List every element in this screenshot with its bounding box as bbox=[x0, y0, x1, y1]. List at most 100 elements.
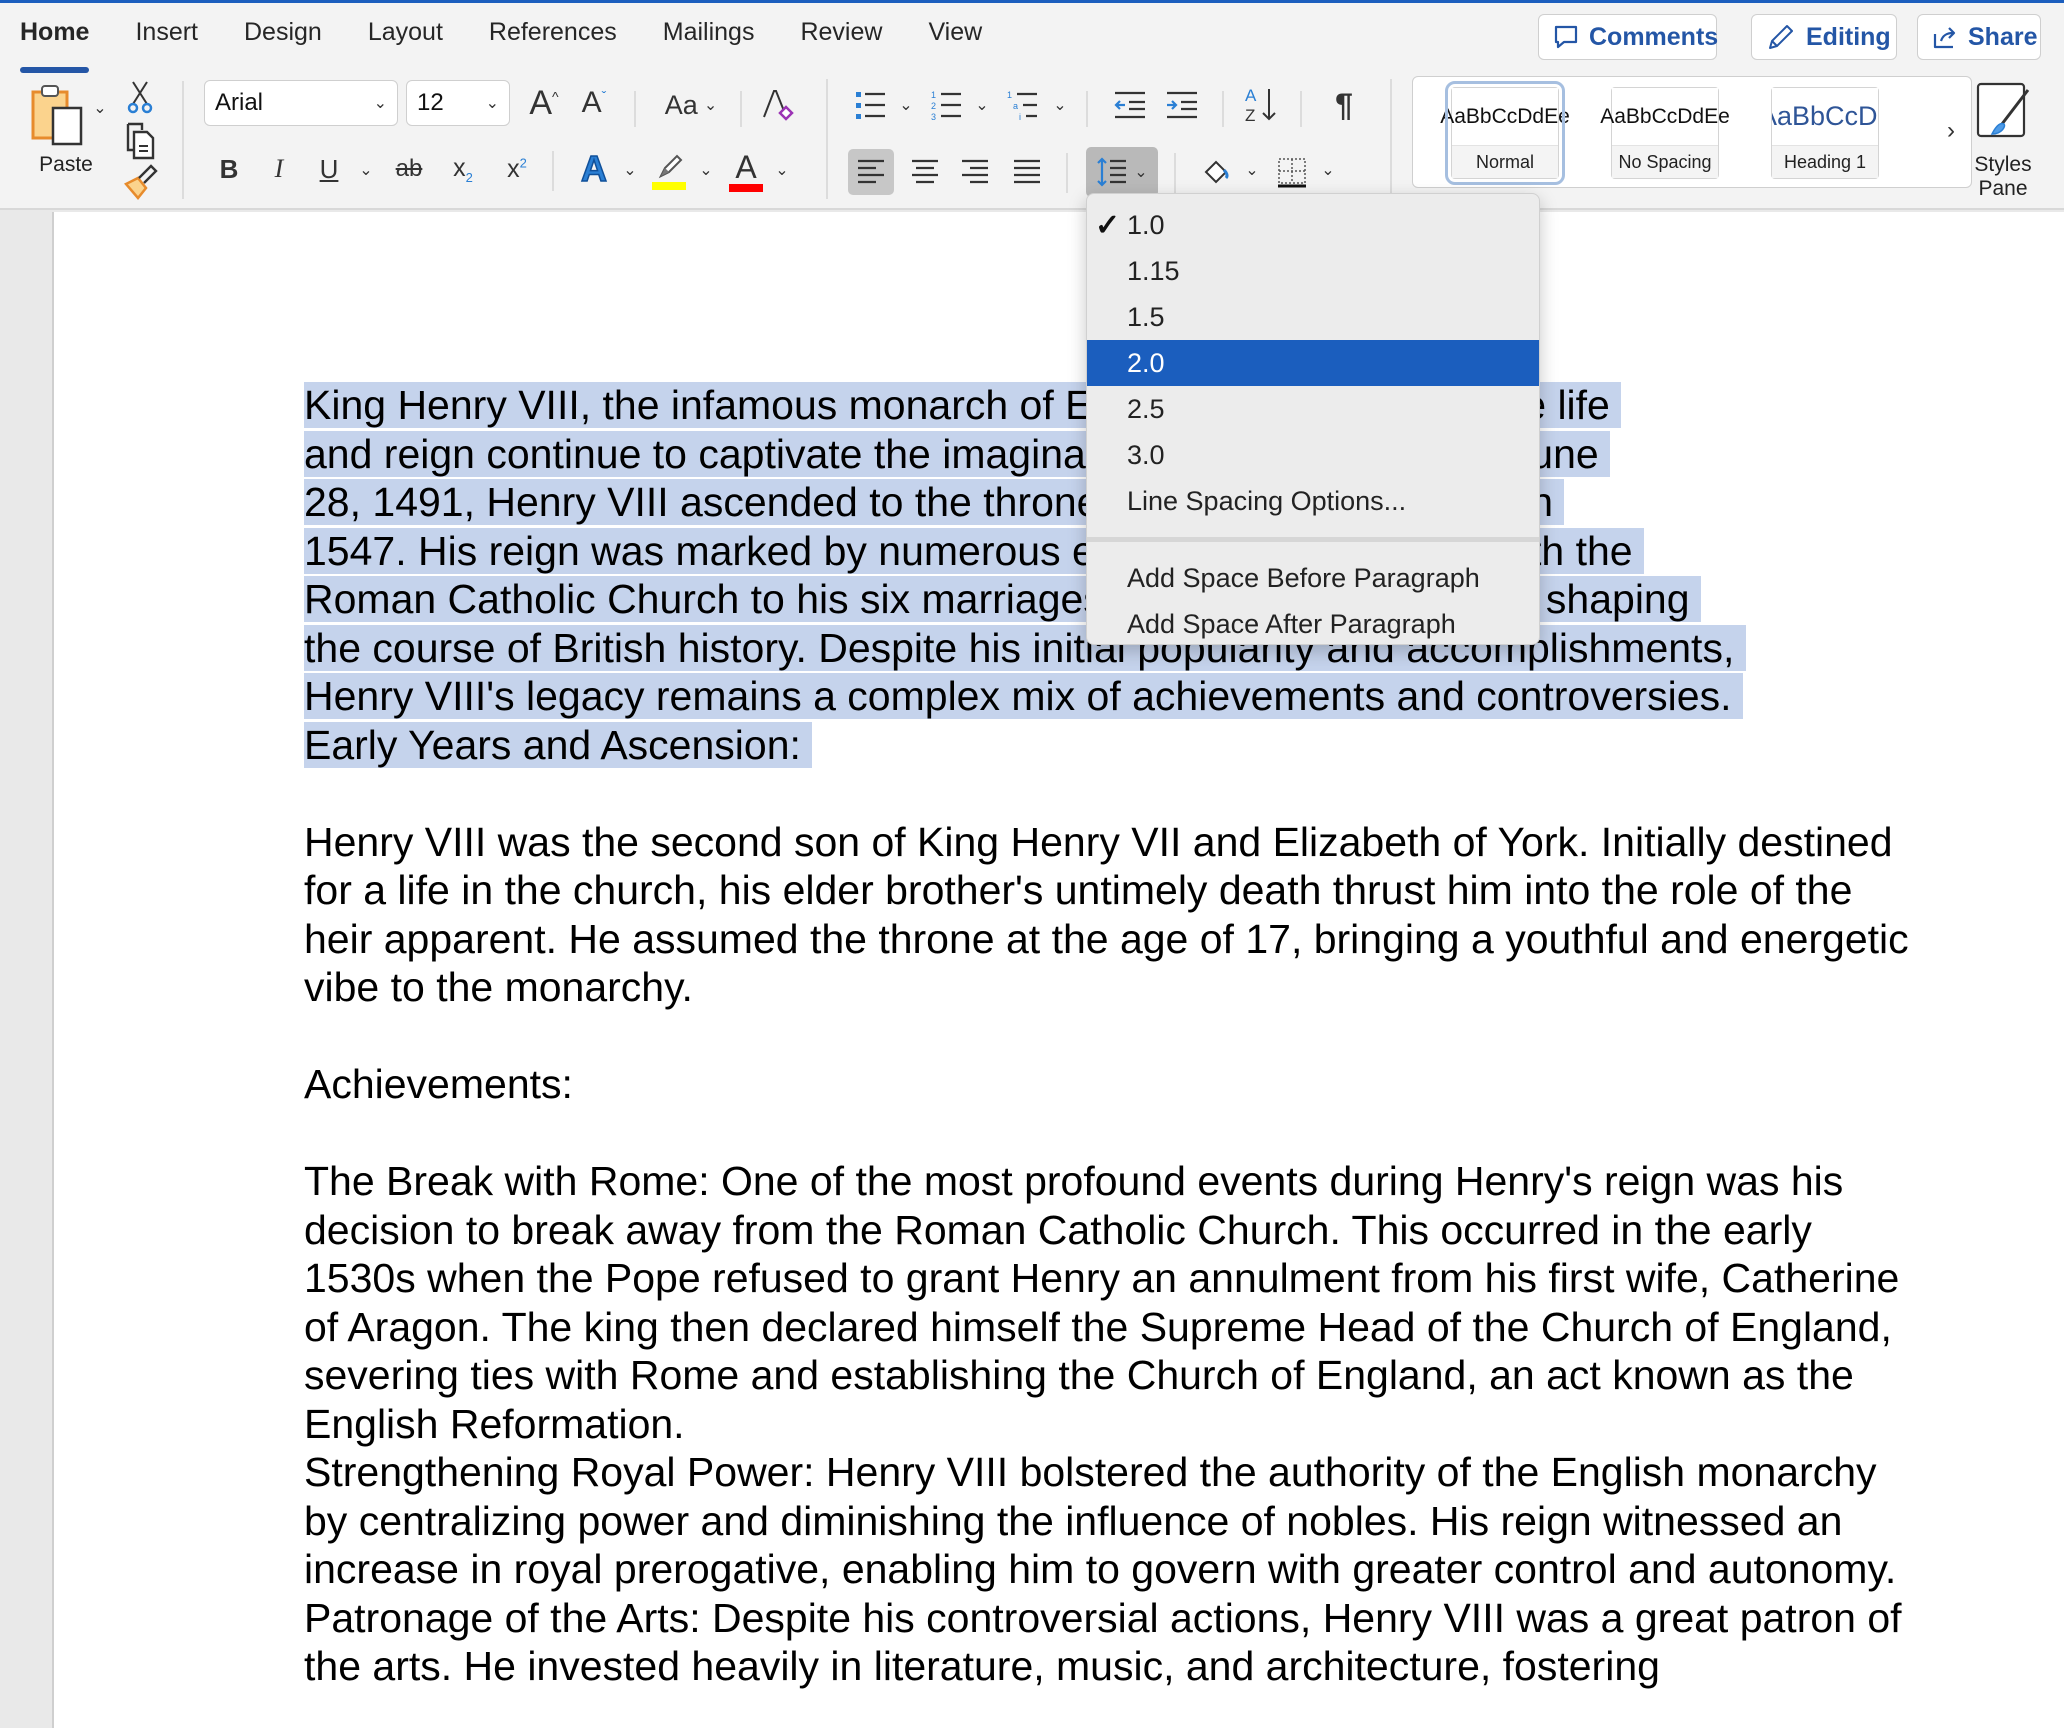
decrease-indent-button[interactable] bbox=[1110, 85, 1150, 125]
bullets-button[interactable] bbox=[852, 85, 890, 125]
highlight-color-button[interactable] bbox=[650, 147, 688, 195]
separator bbox=[552, 151, 554, 191]
text-effects-button[interactable]: A bbox=[574, 147, 614, 191]
bullets-chevron-icon[interactable]: ⌄ bbox=[896, 93, 916, 117]
tab-view[interactable]: View bbox=[928, 15, 982, 55]
text-effects-chevron-icon[interactable]: ⌄ bbox=[620, 158, 640, 182]
add-space-after-paragraph-item[interactable]: Add Space After Paragraph bbox=[1087, 601, 1539, 647]
paragraph: Patronage of the Arts: Despite his contr… bbox=[304, 1594, 1913, 1690]
style-no-spacing[interactable]: AaBbCcDdEe No Spacing bbox=[1600, 87, 1730, 179]
tab-mailings[interactable]: Mailings bbox=[663, 15, 755, 55]
line-spacing-option-1-0[interactable]: ✓ 1.0 bbox=[1087, 202, 1539, 248]
svg-text:Z: Z bbox=[1245, 106, 1255, 125]
tab-references[interactable]: References bbox=[489, 15, 617, 55]
share-button[interactable]: Share bbox=[1917, 14, 2041, 60]
multilevel-list-button[interactable]: 1ai bbox=[1004, 85, 1042, 125]
underline-button[interactable]: U bbox=[314, 151, 344, 187]
paint-bucket-icon bbox=[1202, 156, 1234, 188]
line-spacing-option-1-5[interactable]: 1.5 bbox=[1087, 294, 1539, 340]
paste-label: Paste bbox=[39, 153, 93, 176]
style-label: Normal bbox=[1452, 146, 1558, 178]
menu-item-label: 2.5 bbox=[1127, 393, 1165, 424]
format-painter-button[interactable] bbox=[122, 163, 160, 201]
underline-options-chevron-icon[interactable]: ⌄ bbox=[356, 158, 376, 182]
editing-button[interactable]: Editing bbox=[1751, 14, 1897, 60]
shading-chevron-icon[interactable]: ⌄ bbox=[1242, 158, 1262, 182]
share-icon bbox=[1932, 24, 1958, 50]
line-spacing-option-1-15[interactable]: 1.15 bbox=[1087, 248, 1539, 294]
subscript-icon: x2 bbox=[453, 153, 473, 185]
grow-font-button[interactable]: A^ bbox=[524, 83, 564, 123]
numbering-button[interactable]: 123 bbox=[928, 85, 966, 125]
italic-button[interactable]: I bbox=[264, 151, 294, 187]
shading-button[interactable] bbox=[1198, 149, 1238, 195]
separator bbox=[740, 91, 742, 127]
svg-text:a: a bbox=[1013, 101, 1018, 111]
clear-formatting-button[interactable] bbox=[756, 83, 800, 127]
line-spacing-button[interactable]: ⌄ bbox=[1086, 147, 1158, 197]
paste-button[interactable] bbox=[28, 81, 90, 149]
borders-button[interactable] bbox=[1272, 149, 1312, 195]
font-family-select[interactable]: Arial ⌄ bbox=[204, 80, 398, 126]
style-normal[interactable]: AaBbCcDdEe Normal bbox=[1440, 81, 1570, 185]
line-spacing-option-2-5[interactable]: 2.5 bbox=[1087, 386, 1539, 432]
svg-text:3: 3 bbox=[931, 112, 936, 121]
borders-chevron-icon[interactable]: ⌄ bbox=[1318, 158, 1338, 182]
menu-item-label: Line Spacing Options... bbox=[1127, 485, 1407, 516]
font-size-select[interactable]: 12 ⌄ bbox=[406, 80, 510, 126]
style-heading-1[interactable]: AaBbCcDc Heading 1 bbox=[1771, 87, 1879, 179]
tab-review[interactable]: Review bbox=[800, 15, 882, 55]
highlight-color-chevron-icon[interactable]: ⌄ bbox=[696, 158, 716, 182]
menu-item-label: 1.0 bbox=[1127, 209, 1165, 240]
comments-label: Comments bbox=[1589, 22, 1719, 51]
separator bbox=[826, 79, 828, 199]
tab-design[interactable]: Design bbox=[244, 15, 322, 55]
font-color-button[interactable]: A bbox=[726, 147, 766, 195]
styles-more-button[interactable]: › bbox=[1939, 115, 1963, 147]
align-left-button[interactable] bbox=[848, 149, 894, 195]
svg-text:i: i bbox=[1019, 112, 1021, 121]
tab-home[interactable]: Home bbox=[20, 15, 90, 73]
numbering-chevron-icon[interactable]: ⌄ bbox=[972, 93, 992, 117]
paste-options-chevron-icon[interactable]: ⌄ bbox=[92, 98, 108, 118]
show-formatting-marks-button[interactable]: ¶ bbox=[1324, 85, 1364, 125]
selected-line: Early Years and Ascension: bbox=[304, 721, 813, 768]
separator bbox=[1300, 91, 1302, 127]
svg-text:1: 1 bbox=[1007, 90, 1012, 100]
subscript-button[interactable]: x2 bbox=[446, 151, 480, 187]
chevron-down-icon: ⌄ bbox=[1134, 164, 1148, 181]
increase-indent-button[interactable] bbox=[1162, 85, 1202, 125]
bold-icon: B bbox=[219, 153, 239, 184]
bulleted-list-icon bbox=[854, 90, 888, 120]
align-right-button[interactable] bbox=[952, 149, 998, 195]
separator bbox=[1174, 153, 1176, 193]
strikethrough-button[interactable]: ab bbox=[390, 151, 428, 187]
superscript-button[interactable]: x2 bbox=[500, 151, 534, 187]
multilevel-list-chevron-icon[interactable]: ⌄ bbox=[1050, 93, 1070, 117]
change-case-button[interactable]: Aa ⌄ bbox=[656, 85, 726, 125]
comments-button[interactable]: Comments bbox=[1538, 14, 1719, 60]
copy-button[interactable] bbox=[122, 121, 158, 161]
shrink-font-icon: Aˇ bbox=[581, 86, 607, 119]
cut-button[interactable] bbox=[124, 79, 156, 115]
bold-button[interactable]: B bbox=[214, 151, 244, 187]
separator bbox=[1390, 79, 1392, 199]
text-effects-icon: A bbox=[580, 147, 608, 190]
line-spacing-options-item[interactable]: Line Spacing Options... bbox=[1087, 478, 1539, 524]
chevron-down-icon: ⌄ bbox=[485, 95, 499, 112]
tab-insert[interactable]: Insert bbox=[135, 15, 198, 55]
italic-icon: I bbox=[274, 154, 284, 183]
font-color-chevron-icon[interactable]: ⌄ bbox=[772, 158, 792, 182]
line-spacing-option-3-0[interactable]: 3.0 bbox=[1087, 432, 1539, 478]
style-sample: AaBbCcDc bbox=[1772, 88, 1878, 146]
justify-button[interactable] bbox=[1004, 149, 1050, 195]
line-spacing-option-2-0[interactable]: 2.0 bbox=[1087, 340, 1539, 386]
add-space-before-paragraph-item[interactable]: Add Space Before Paragraph bbox=[1087, 555, 1539, 601]
align-center-button[interactable] bbox=[902, 149, 948, 195]
styles-pane-button[interactable] bbox=[1972, 77, 2034, 143]
tab-layout[interactable]: Layout bbox=[368, 15, 443, 55]
font-size-value: 12 bbox=[417, 89, 444, 116]
sort-button[interactable]: AZ bbox=[1240, 83, 1282, 127]
shrink-font-button[interactable]: Aˇ bbox=[574, 83, 614, 123]
menu-item-label: 1.15 bbox=[1127, 255, 1180, 286]
